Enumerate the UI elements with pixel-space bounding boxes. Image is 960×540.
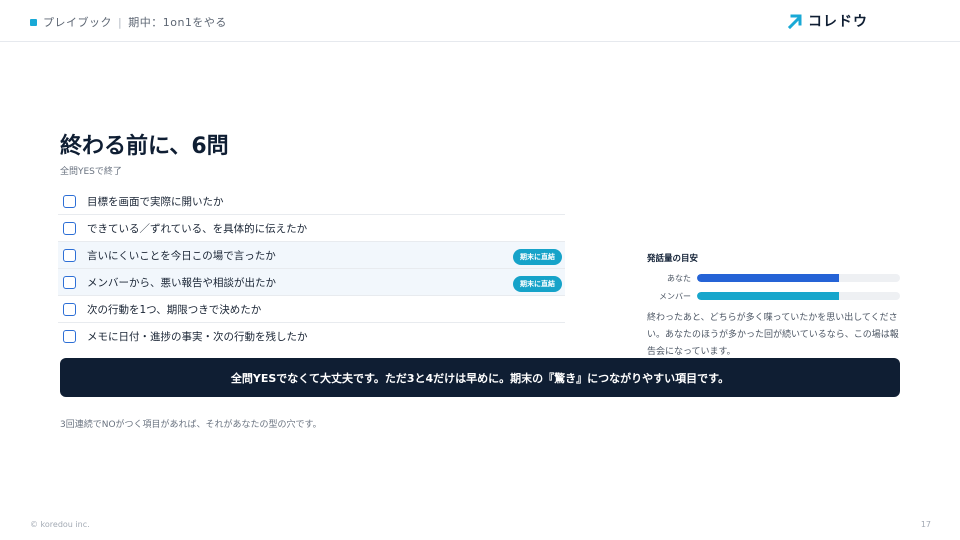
checklist-item[interactable]: メンバーから、悪い報告や相談が出たか 期末に直結 bbox=[58, 269, 565, 296]
speaking-bar-track bbox=[697, 274, 900, 282]
speaking-bar-track bbox=[697, 292, 900, 300]
arrow-logo-icon bbox=[788, 14, 802, 29]
header-bar: プレイブック | 期中：1on1をやる コレドウ bbox=[0, 0, 960, 42]
speaking-bar-fill bbox=[697, 274, 840, 282]
checklist-item-label: メモに日付・進捗の事実・次の行動を残したか bbox=[87, 331, 308, 343]
checklist-item[interactable]: 次の行動を1つ、期限つきで決めたか bbox=[58, 296, 565, 323]
priority-badge: 期末に直結 bbox=[513, 276, 562, 292]
page-title: 終わる前に、6問 bbox=[60, 134, 229, 159]
checkbox[interactable] bbox=[63, 330, 76, 343]
checkbox[interactable] bbox=[63, 248, 76, 262]
breadcrumb-section: プレイブック bbox=[43, 16, 112, 29]
question-checklist: 目標を画面で実際に開いたか できている／ずれている、を具体的に伝えたか 言いにく… bbox=[58, 188, 565, 350]
breadcrumb: プレイブック | 期中：1on1をやる bbox=[30, 14, 227, 30]
checklist-item[interactable]: 目標を画面で実際に開いたか bbox=[58, 188, 565, 215]
speaking-ratio-panel: 発話量の目安 あなた メンバー 終わったあと、どちらが多く喋っていたかを思い出し… bbox=[647, 252, 901, 361]
checklist-item-label: 言いにくいことを今日この場で言ったか bbox=[87, 249, 276, 262]
speaking-bar-label: メンバー bbox=[659, 291, 691, 301]
key-message-text: 全問YESでなくて大丈夫です。ただ3と4だけは早めに。期末の『驚き』につながりや… bbox=[230, 371, 730, 385]
copyright: © koredou inc. bbox=[30, 520, 90, 529]
brand-logo: コレドウ bbox=[788, 11, 868, 31]
checkbox[interactable] bbox=[63, 302, 76, 316]
checklist-item[interactable]: 言いにくいことを今日この場で言ったか 期末に直結 bbox=[58, 242, 565, 269]
brand-name: コレドウ bbox=[808, 14, 868, 30]
checkbox[interactable] bbox=[63, 275, 76, 289]
checklist-item-label: できている／ずれている、を具体的に伝えたか bbox=[87, 222, 308, 235]
section-marker-icon bbox=[30, 18, 37, 26]
speaking-bar-fill bbox=[697, 292, 840, 300]
key-message-banner: 全問YESでなくて大丈夫です。ただ3と4だけは早めに。期末の『驚き』につながりや… bbox=[60, 358, 900, 397]
speaking-ratio-note: 終わったあと、どちらが多く喋っていたかを思い出してください。あなたのほうが多かっ… bbox=[647, 313, 899, 357]
page-number: 17 bbox=[920, 520, 931, 529]
page-subtitle: 全問YESで終了 bbox=[60, 167, 122, 177]
checklist-item[interactable]: メモに日付・進捗の事実・次の行動を残したか bbox=[58, 323, 565, 350]
checklist-item[interactable]: できている／ずれている、を具体的に伝えたか bbox=[58, 215, 565, 242]
checklist-item-label: 目標を画面で実際に開いたか bbox=[87, 195, 224, 208]
priority-badge: 期末に直結 bbox=[513, 249, 562, 265]
speaking-bar-row: あなた bbox=[647, 271, 901, 285]
speaking-ratio-title: 発話量の目安 bbox=[647, 254, 699, 264]
breadcrumb-page: 期中：1on1をやる bbox=[128, 16, 227, 29]
footnote: 3回連続でNOがつく項目があれば、それがあなたの型の穴です。 bbox=[60, 420, 322, 430]
checklist-item-label: メンバーから、悪い報告や相談が出たか bbox=[87, 276, 276, 289]
speaking-bar-row: メンバー bbox=[647, 289, 901, 303]
checkbox[interactable] bbox=[63, 221, 76, 235]
checklist-item-label: 次の行動を1つ、期限つきで決めたか bbox=[87, 303, 262, 316]
speaking-bar-label: あなた bbox=[667, 273, 691, 283]
breadcrumb-separator: | bbox=[118, 15, 123, 29]
checkbox[interactable] bbox=[63, 194, 76, 208]
